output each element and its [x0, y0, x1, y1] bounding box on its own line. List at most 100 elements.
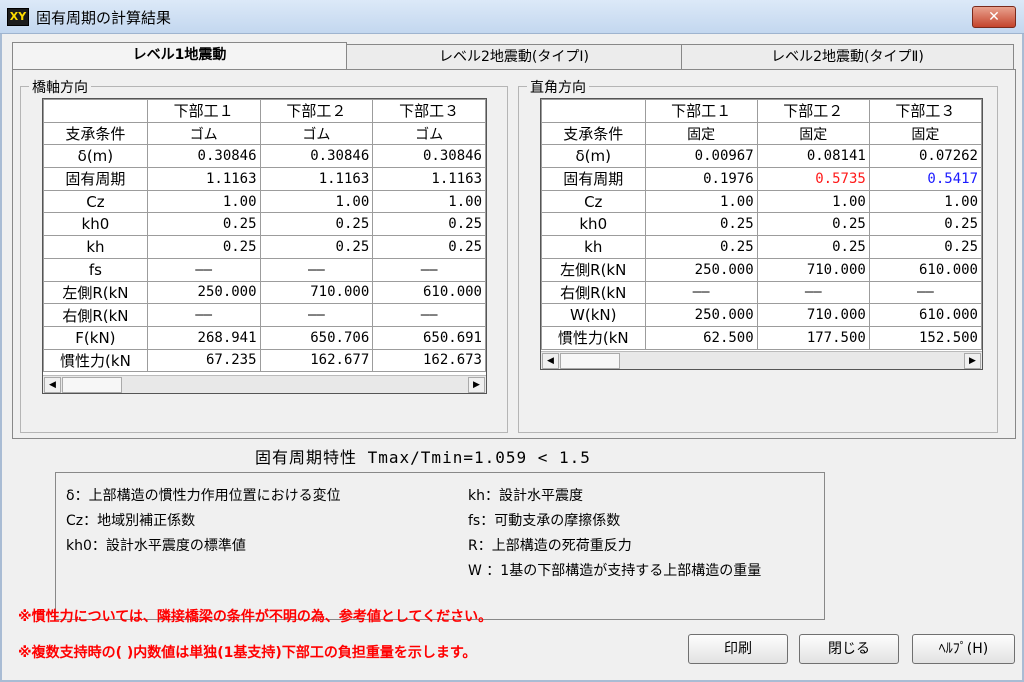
- grid-cell[interactable]: 0.25: [644, 235, 758, 259]
- grid-cell[interactable]: 67.235: [146, 348, 261, 373]
- grid-cell[interactable]: 710.000: [756, 257, 870, 282]
- scroll-left-icon[interactable]: ◀: [542, 353, 559, 369]
- grid-cell[interactable]: 1.00: [259, 189, 374, 214]
- grid-cell[interactable]: 610.000: [372, 280, 486, 305]
- title-bar: XY 固有周期の計算結果 ✕: [0, 0, 1024, 34]
- grid-cell[interactable]: 250.000: [644, 303, 758, 327]
- grid-cell[interactable]: 1.1163: [372, 167, 486, 191]
- legend-w: W ：1基の下部構造が支持する上部構造の重量: [468, 563, 762, 579]
- table-row: kh0 0.25 0.25 0.25: [43, 212, 486, 237]
- grid-cell[interactable]: ゴム: [259, 121, 374, 146]
- scroll-right-icon[interactable]: ▶: [964, 353, 981, 369]
- scroll-thumb[interactable]: [62, 377, 122, 393]
- grid-cell[interactable]: 650.691: [372, 325, 486, 350]
- grid-cell[interactable]: ——: [372, 303, 486, 327]
- grid-column-header: 下部工１: [644, 99, 758, 123]
- table-row: δ(m) 0.30846 0.30846 0.30846: [43, 144, 486, 169]
- table-row: 左側R(kN 250.000 710.000 610.000: [43, 280, 486, 305]
- legend-r: R：上部構造の死荷重反力: [468, 538, 632, 554]
- grid-row-header: kh: [43, 235, 148, 259]
- grid-cell[interactable]: 610.000: [868, 257, 982, 282]
- grid-cell[interactable]: 0.5417: [868, 167, 982, 191]
- grid-cell[interactable]: ——: [259, 303, 374, 327]
- grid-cell[interactable]: 250.000: [644, 257, 758, 282]
- note-multiple-support: ※複数支持時の( )内数値は単独(1基支持)下部工の負担重量を示します。: [18, 645, 477, 661]
- grid-cell[interactable]: 0.25: [259, 235, 374, 259]
- grid-cell[interactable]: 1.00: [372, 189, 486, 214]
- grid-cell[interactable]: ゴム: [372, 121, 486, 146]
- grid-cell[interactable]: 1.00: [146, 189, 261, 214]
- grid-cell[interactable]: 0.25: [868, 212, 982, 237]
- grid-cell[interactable]: 610.000: [868, 303, 982, 327]
- scroll-right-icon[interactable]: ▶: [468, 377, 485, 393]
- tab-level2-type1[interactable]: レベル2地震動(タイプⅠ): [347, 44, 682, 70]
- grid-cell[interactable]: 62.500: [644, 325, 758, 350]
- grid-cell[interactable]: 1.00: [644, 189, 758, 214]
- grid-cell[interactable]: 0.08141: [756, 144, 870, 169]
- grid-cell[interactable]: 1.00: [756, 189, 870, 214]
- print-button[interactable]: 印刷: [688, 634, 788, 664]
- grid-cell[interactable]: 162.677: [259, 348, 374, 373]
- grid-cell[interactable]: 177.500: [756, 325, 870, 350]
- perpendicular-grid[interactable]: 下部工１ 下部工２ 下部工３ 支承条件 固定 固定 固定 δ(m) 0.00967 0.08141…: [540, 98, 983, 370]
- grid-cell[interactable]: 0.25: [644, 212, 758, 237]
- grid-cell[interactable]: 0.30846: [259, 144, 374, 169]
- horizontal-scrollbar[interactable]: ◀ ▶: [541, 351, 982, 369]
- grid-cell[interactable]: ——: [146, 303, 261, 327]
- grid-row-header: kh0: [43, 212, 148, 237]
- scroll-left-icon[interactable]: ◀: [44, 377, 61, 393]
- grid-cell[interactable]: ゴム: [146, 121, 261, 146]
- grid-cell[interactable]: 0.30846: [372, 144, 486, 169]
- legend-cz: Cz：地域別補正係数: [66, 513, 196, 529]
- grid-cell[interactable]: 250.000: [146, 280, 261, 305]
- grid-cell[interactable]: 0.25: [372, 212, 486, 237]
- grid-cell[interactable]: 1.00: [868, 189, 982, 214]
- grid-cell[interactable]: ——: [756, 280, 870, 305]
- grid-corner-cell: [43, 99, 148, 123]
- grid-cell[interactable]: 0.25: [146, 235, 261, 259]
- scroll-thumb[interactable]: [560, 353, 620, 369]
- grid-row-header: 慣性力(kN: [43, 348, 148, 373]
- grid-cell[interactable]: 710.000: [756, 303, 870, 327]
- grid-cell[interactable]: 0.00967: [644, 144, 758, 169]
- grid-cell[interactable]: 固定: [868, 121, 982, 146]
- tab-level1[interactable]: レベル1地震動: [12, 42, 347, 70]
- grid-cell[interactable]: 1.1163: [259, 167, 374, 191]
- grid-cell[interactable]: 0.25: [756, 212, 870, 237]
- grid-cell[interactable]: 0.25: [372, 235, 486, 259]
- grid-column-header: 下部工２: [756, 99, 870, 123]
- tab-level2-type2[interactable]: レベル2地震動(タイプⅡ): [682, 44, 1014, 70]
- grid-cell[interactable]: 162.673: [372, 348, 486, 373]
- grid-cell[interactable]: ——: [259, 257, 374, 282]
- app-icon: XY: [7, 8, 29, 26]
- grid-cell[interactable]: 152.500: [868, 325, 982, 350]
- grid-cell[interactable]: 0.30846: [146, 144, 261, 169]
- grid-cell[interactable]: ——: [644, 280, 758, 305]
- grid-cell[interactable]: 0.1976: [644, 167, 758, 191]
- grid-cell[interactable]: ——: [372, 257, 486, 282]
- close-window-button[interactable]: ✕: [972, 6, 1016, 28]
- grid-cell[interactable]: 0.25: [868, 235, 982, 259]
- table-row: fs —— —— ——: [43, 257, 486, 282]
- grid-cell[interactable]: 650.706: [259, 325, 374, 350]
- grid-cell[interactable]: ——: [146, 257, 261, 282]
- grid-cell[interactable]: 1.1163: [146, 167, 261, 191]
- grid-cell[interactable]: ——: [868, 280, 982, 305]
- table-row: 支承条件 固定 固定 固定: [541, 121, 982, 146]
- grid-row-header: F(kN): [43, 325, 148, 350]
- grid-cell[interactable]: 固定: [756, 121, 870, 146]
- grid-row-header: 支承条件: [541, 121, 646, 146]
- grid-cell[interactable]: 0.25: [259, 212, 374, 237]
- grid-cell[interactable]: 0.25: [756, 235, 870, 259]
- close-button[interactable]: 閉じる: [799, 634, 899, 664]
- bridge-axis-grid[interactable]: 下部工１ 下部工２ 下部工３ 支承条件 ゴム ゴム ゴム δ(m) 0.30846 0.30846…: [42, 98, 487, 394]
- grid-cell[interactable]: 固定: [644, 121, 758, 146]
- grid-cell[interactable]: 710.000: [259, 280, 374, 305]
- help-button[interactable]: ﾍﾙﾌﾟ(H): [912, 634, 1015, 664]
- grid-cell[interactable]: 0.07262: [868, 144, 982, 169]
- grid-row-header: 右側R(kN: [43, 303, 148, 327]
- grid-cell[interactable]: 0.5735: [756, 167, 870, 191]
- horizontal-scrollbar[interactable]: ◀ ▶: [43, 375, 486, 393]
- grid-cell[interactable]: 268.941: [146, 325, 261, 350]
- grid-cell[interactable]: 0.25: [146, 212, 261, 237]
